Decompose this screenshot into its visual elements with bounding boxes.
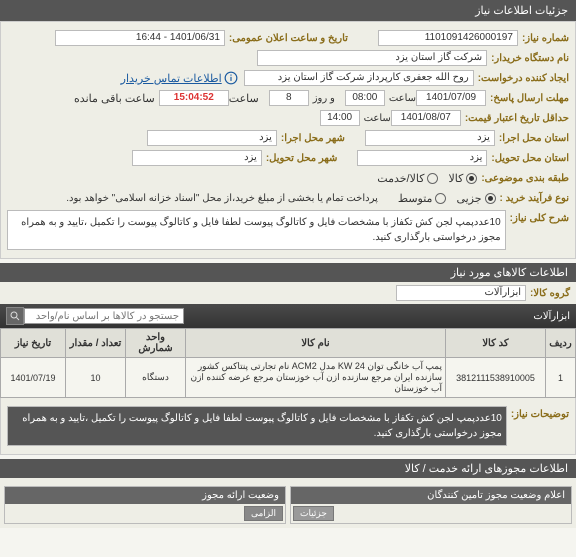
th-code: کد کالا: [446, 329, 546, 358]
req-type-label: طبقه بندی موضوعی:: [481, 173, 569, 184]
sub2-title: وضعیت ارائه مجوز: [5, 487, 285, 504]
opt-partial[interactable]: جزیی: [456, 192, 495, 205]
deadline-time: 08:00: [345, 90, 385, 106]
cell-code: 3812111538910005: [446, 358, 546, 398]
items-toolbar: ابزارآلات: [0, 304, 576, 328]
table-row[interactable]: 1 3812111538910005 پمپ آب خانگی توان KW …: [1, 358, 576, 398]
province-exec-label: استان محل اجرا:: [499, 133, 569, 144]
buy-proc-label: نوع فرآیند خرید :: [500, 193, 569, 204]
req-no-value: 1101091426000197: [378, 30, 518, 46]
req-type-group: کالا کالا/خدمت: [377, 172, 477, 185]
permits-section-title: اطلاعات مجوزهای ارائه خدمت / کالا: [405, 463, 568, 475]
group-value: ابزارآلات: [396, 285, 526, 301]
cell-date: 1401/07/19: [1, 358, 66, 398]
extra-desc-panel: توضیحات نیاز: 10عددپمپ لجن کش تکفاز با م…: [0, 398, 576, 455]
province-exec: یزد: [365, 130, 495, 146]
radio-icon: [485, 193, 496, 204]
page-header: جزئیات اطلاعات نیاز: [0, 0, 576, 21]
group-label: گروه کالا:: [530, 288, 570, 299]
province-deliv-label: استان محل تحویل:: [491, 153, 569, 164]
buy-note: پرداخت تمام یا بخشی از مبلغ خرید،از محل …: [66, 193, 378, 204]
radio-icon: [427, 173, 438, 184]
requester-value: روح الله جعفری کارپرداز شرکت گاز استان ی…: [244, 70, 474, 86]
sub1-title: اعلام وضعیت مجوز تامین کنندگان: [291, 487, 571, 504]
th-name: نام کالا: [186, 329, 446, 358]
deadline-label: مهلت ارسال پاسخ:: [490, 93, 569, 104]
permits-body: اعلام وضعیت مجوز تامین کنندگان جزئیات وض…: [0, 478, 576, 528]
remain-label: ساعت باقی مانده: [74, 92, 155, 105]
th-qty: تعداد / مقدار: [66, 329, 126, 358]
mandatory-label: الزامی: [244, 506, 283, 521]
req-no-label: شماره نیاز:: [522, 33, 569, 44]
announce-label: تاریخ و ساعت اعلان عمومی:: [229, 33, 348, 44]
th-row: ردیف: [546, 329, 576, 358]
announce-value: 1401/06/31 - 16:44: [55, 30, 225, 46]
contact-link[interactable]: اطلاعات تماس خریدار: [121, 71, 238, 85]
contact-link-text: اطلاعات تماس خریدار: [121, 72, 222, 85]
th-date: تاریخ نیاز: [1, 329, 66, 358]
deadline-date: 1401/07/09: [416, 90, 486, 106]
items-table: ردیف کد کالا نام کالا واحد شمارش تعداد /…: [0, 328, 576, 398]
time-label-2: ساعت: [229, 92, 259, 105]
search-input[interactable]: [24, 308, 184, 324]
extra-desc-label: توضیحات نیاز:: [511, 409, 569, 420]
goods-section-title: اطلاعات کالاهای مورد نیاز: [451, 267, 568, 279]
validity-date: 1401/08/07: [391, 110, 461, 126]
radio-icon: [435, 193, 446, 204]
main-panel: شماره نیاز: 1101091426000197 تاریخ و ساع…: [0, 21, 576, 259]
details-button[interactable]: جزئیات: [293, 506, 334, 521]
city-deliv-label: شهر محل تحویل:: [266, 153, 338, 164]
goods-section-header: اطلاعات کالاهای مورد نیاز: [0, 263, 576, 282]
city-exec-label: شهر محل اجرا:: [281, 133, 345, 144]
sub-panel-permit: وضعیت ارائه مجوز الزامی: [4, 486, 286, 524]
cell-row: 1: [546, 358, 576, 398]
province-deliv: یزد: [357, 150, 487, 166]
validity-time: 14:00: [320, 110, 360, 126]
opt-goods[interactable]: کالا: [448, 172, 477, 185]
city-deliv: یزد: [132, 150, 262, 166]
page-title: جزئیات اطلاعات نیاز: [475, 5, 568, 17]
search-icon: [9, 310, 21, 322]
table-header-row: ردیف کد کالا نام کالا واحد شمارش تعداد /…: [1, 329, 576, 358]
search-button[interactable]: [6, 307, 24, 325]
buyer-label: نام دستگاه خریدار:: [491, 53, 569, 64]
buyer-value: شرکت گاز استان یزد: [257, 50, 487, 66]
main-desc: 10عددپمپ لجن کش تکفاز با مشخصات فایل و ک…: [7, 210, 506, 250]
days-label: و روز: [313, 93, 335, 104]
info-icon: [224, 71, 238, 85]
time-label-1: ساعت: [389, 93, 416, 104]
cell-unit: دستگاه: [126, 358, 186, 398]
time-label-3: ساعت: [364, 113, 391, 124]
validity-label: حداقل تاریخ اعتبار قیمت:: [465, 113, 569, 124]
opt-medium[interactable]: متوسط: [398, 192, 447, 205]
th-unit: واحد شمارش: [126, 329, 186, 358]
cell-name: پمپ آب خانگی توان KW 24 مدل ACM2 نام تجا…: [186, 358, 446, 398]
requester-label: ایجاد کننده درخواست:: [478, 73, 569, 84]
extra-desc: 10عددپمپ لجن کش تکفاز با مشخصات فایل و ک…: [7, 406, 507, 446]
main-desc-label: شرح کلی نیاز:: [510, 213, 569, 224]
items-bar-label: ابزارآلات: [533, 311, 570, 322]
days-value: 8: [269, 90, 309, 106]
buy-proc-group: جزیی متوسط: [398, 192, 496, 205]
sub-panel-status: اعلام وضعیت مجوز تامین کنندگان جزئیات: [290, 486, 572, 524]
goods-group-row: گروه کالا: ابزارآلات: [0, 282, 576, 304]
cell-qty: 10: [66, 358, 126, 398]
radio-icon: [466, 173, 477, 184]
opt-service[interactable]: کالا/خدمت: [377, 172, 438, 185]
city-exec: یزد: [147, 130, 277, 146]
countdown: 15:04:52: [159, 90, 229, 106]
permits-section-header: اطلاعات مجوزهای ارائه خدمت / کالا: [0, 459, 576, 478]
